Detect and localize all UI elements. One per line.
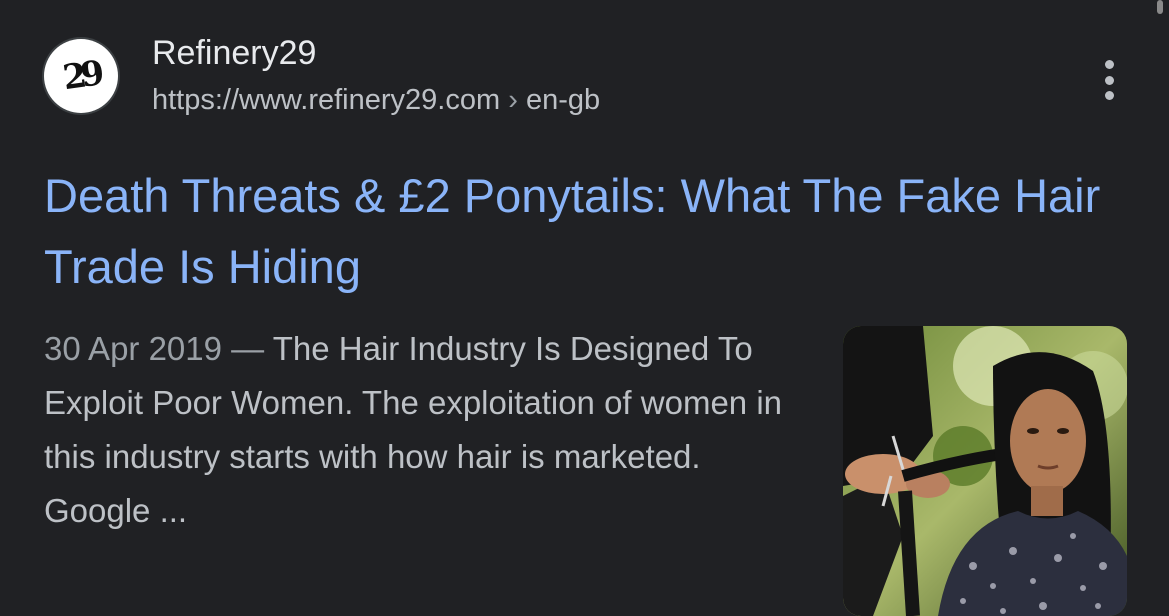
hair-cutting-photo [843,326,1127,616]
result-thumbnail[interactable] [843,326,1127,616]
site-favicon[interactable]: 29 [44,39,118,113]
url-text: https://www.refinery29.com [152,84,501,116]
site-url[interactable]: https://www.refinery29.com › en-gb [152,82,600,118]
breadcrumb-separator: › [508,84,518,116]
result-title-link[interactable]: Death Threats & £2 Ponytails: What The F… [44,160,1144,302]
more-vert-icon[interactable] [1096,60,1122,100]
breadcrumb-path: en-gb [525,84,601,116]
site-name[interactable]: Refinery29 [152,32,316,74]
scroll-indicator[interactable] [1157,0,1163,14]
result-snippet: 30 Apr 2019 — The Hair Industry Is Desig… [44,322,804,538]
date-separator: — [222,330,273,367]
refinery29-logo-icon: 29 [60,53,102,99]
result-date: 30 Apr 2019 [44,330,222,367]
